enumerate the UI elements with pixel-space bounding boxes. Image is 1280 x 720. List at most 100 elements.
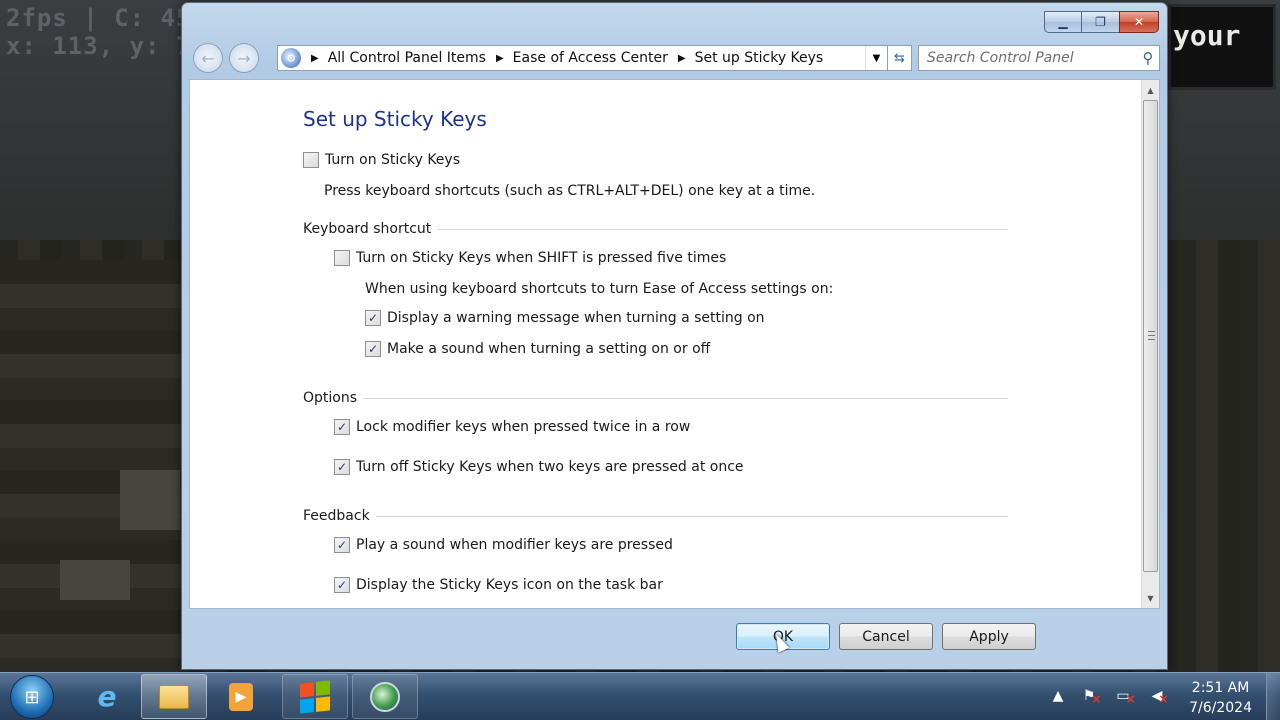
breadcrumb-separator-icon[interactable]: ▶ [496,53,504,64]
lock-modifier-option[interactable]: ✓ Lock modifier keys when pressed twice … [334,419,690,435]
window-controls: ▁ ❐ ✕ [1044,11,1159,33]
taskbar-windows-explorer[interactable] [141,674,207,719]
windows-logo-icon: ⊞ [24,686,40,708]
system-tray: ▲ ⚑ ▭ ◀ [1048,687,1170,705]
minimize-icon: ▁ [1058,15,1068,29]
taskbar-icon-option[interactable]: ✓ Display the Sticky Keys icon on the ta… [334,577,663,593]
game-chat-box: your [1168,4,1276,90]
warning-message-label: Display a warning message when turning a… [387,310,765,326]
turn-on-sticky-keys-option[interactable]: Turn on Sticky Keys [303,152,460,168]
breadcrumb-separator-icon[interactable]: ▶ [311,53,319,64]
start-button[interactable]: ⊞ [10,675,54,719]
show-hidden-icons-icon[interactable]: ▲ [1048,687,1068,705]
clock-date: 7/6/2024 [1189,700,1252,716]
turn-off-two-keys-checkbox[interactable]: ✓ [334,459,350,475]
taskbar-icon-checkbox[interactable]: ✓ [334,577,350,593]
taskbar-media-player[interactable]: ▶ [208,674,274,719]
action-center-icon[interactable]: ⚑ [1082,687,1102,705]
forward-button[interactable]: → [229,43,259,73]
clock-time: 2:51 AM [1191,680,1250,696]
close-icon: ✕ [1133,15,1145,29]
section-divider [437,228,1008,230]
sticky-keys-description: Press keyboard shortcuts (such as CTRL+A… [324,183,816,199]
control-panel-icon: ⚙ [281,48,301,68]
taskbar-globe-app[interactable] [352,674,418,719]
back-arrow-icon: ← [201,48,215,68]
scroll-thumb[interactable] [1143,100,1158,572]
search-box: ⚲ [918,45,1160,71]
windows-explorer-icon [159,684,189,709]
section-divider [375,515,1008,517]
chat-text: your [1173,19,1241,52]
vertical-scrollbar[interactable]: ▲ ▼ [1141,80,1159,608]
maximize-button[interactable]: ❐ [1081,11,1120,33]
content-pane: Set up Sticky Keys Turn on Sticky Keys P… [189,79,1160,609]
hud-line-2: x: 113, y: 77 [6,32,207,60]
turn-off-two-keys-label: Turn off Sticky Keys when two keys are p… [356,459,744,475]
close-button[interactable]: ✕ [1119,11,1159,33]
turn-on-sticky-keys-checkbox[interactable] [303,152,319,168]
clock[interactable]: 2:51 AM 7/6/2024 [1189,678,1252,718]
turn-on-sticky-keys-label: Turn on Sticky Keys [325,152,461,168]
keyboard-shortcut-section: Keyboard shortcut [303,221,1008,237]
refresh-button[interactable]: ⇆ [888,45,912,71]
options-section: Options [303,390,1008,406]
internet-explorer-icon: e [97,680,117,713]
make-sound-option[interactable]: ✓ Make a sound when turning a setting on… [365,341,710,357]
grip-icon [1148,331,1155,340]
keyboard-shortcut-heading: Keyboard shortcut [303,221,432,237]
make-sound-label: Make a sound when turning a setting on o… [387,341,711,357]
volume-icon[interactable]: ◀ [1150,687,1170,705]
taskbar-icon-label: Display the Sticky Keys icon on the task… [356,577,663,593]
game-block [120,470,180,530]
sticky-keys-window: ▁ ❐ ✕ ← → ⚙ ▶ All Control Panel Items ▶ … [181,2,1168,670]
search-icon[interactable]: ⚲ [1137,49,1159,67]
page-title: Set up Sticky Keys [303,107,487,131]
scroll-down-icon[interactable]: ▼ [1142,590,1159,606]
turn-off-two-keys-option[interactable]: ✓ Turn off Sticky Keys when two keys are… [334,459,744,475]
cancel-button[interactable]: Cancel [839,623,933,650]
windows-flag-icon [300,679,330,714]
shift-five-times-label: Turn on Sticky Keys when SHIFT is presse… [356,250,727,266]
network-icon[interactable]: ▭ [1116,687,1136,705]
breadcrumb-sticky-keys[interactable]: Set up Sticky Keys [695,50,824,66]
address-bar[interactable]: ⚙ ▶ All Control Panel Items ▶ Ease of Ac… [277,45,888,71]
search-input[interactable] [919,47,1137,69]
feedback-heading: Feedback [303,508,370,524]
restore-icon: ❐ [1095,15,1106,29]
taskbar-windows-app[interactable] [282,674,348,719]
lock-modifier-label: Lock modifier keys when pressed twice in… [356,419,691,435]
taskbar: ⊞ e ▶ ▲ ⚑ ▭ ◀ 2:51 AM 7/6/2024 [0,672,1280,720]
show-desktop-button[interactable] [1266,673,1280,720]
warning-message-checkbox[interactable]: ✓ [365,310,381,326]
shift-five-times-option[interactable]: Turn on Sticky Keys when SHIFT is presse… [334,250,726,266]
options-heading: Options [303,390,358,406]
section-divider [363,397,1008,399]
globe-app-icon [370,681,400,712]
debug-hud: 2fps | C: 45 x: 113, y: 77 [6,4,207,60]
hud-line-1: 2fps | C: 45 [6,4,192,32]
forward-arrow-icon: → [237,48,251,68]
back-button[interactable]: ← [193,43,223,73]
shift-five-times-checkbox[interactable] [334,250,350,266]
chevron-down-icon: ▼ [872,52,881,64]
breadcrumb-separator-icon[interactable]: ▶ [678,53,686,64]
breadcrumb-all-items[interactable]: All Control Panel Items [328,50,486,66]
address-dropdown-button[interactable]: ▼ [865,46,887,70]
shortcut-sub-heading: When using keyboard shortcuts to turn Ea… [365,281,834,297]
feedback-section: Feedback [303,508,1008,524]
scroll-up-icon[interactable]: ▲ [1142,82,1159,98]
breadcrumb-ease-of-access[interactable]: Ease of Access Center [513,50,668,66]
refresh-icon: ⇆ [894,50,905,66]
minimize-button[interactable]: ▁ [1044,11,1082,33]
lock-modifier-checkbox[interactable]: ✓ [334,419,350,435]
taskbar-internet-explorer[interactable]: e [74,674,140,719]
play-sound-label: Play a sound when modifier keys are pres… [356,537,673,553]
make-sound-checkbox[interactable]: ✓ [365,341,381,357]
media-player-icon: ▶ [229,682,253,711]
game-block [60,560,130,600]
play-sound-option[interactable]: ✓ Play a sound when modifier keys are pr… [334,537,673,553]
warning-message-option[interactable]: ✓ Display a warning message when turning… [365,310,765,326]
apply-button[interactable]: Apply [942,623,1036,650]
play-sound-checkbox[interactable]: ✓ [334,537,350,553]
